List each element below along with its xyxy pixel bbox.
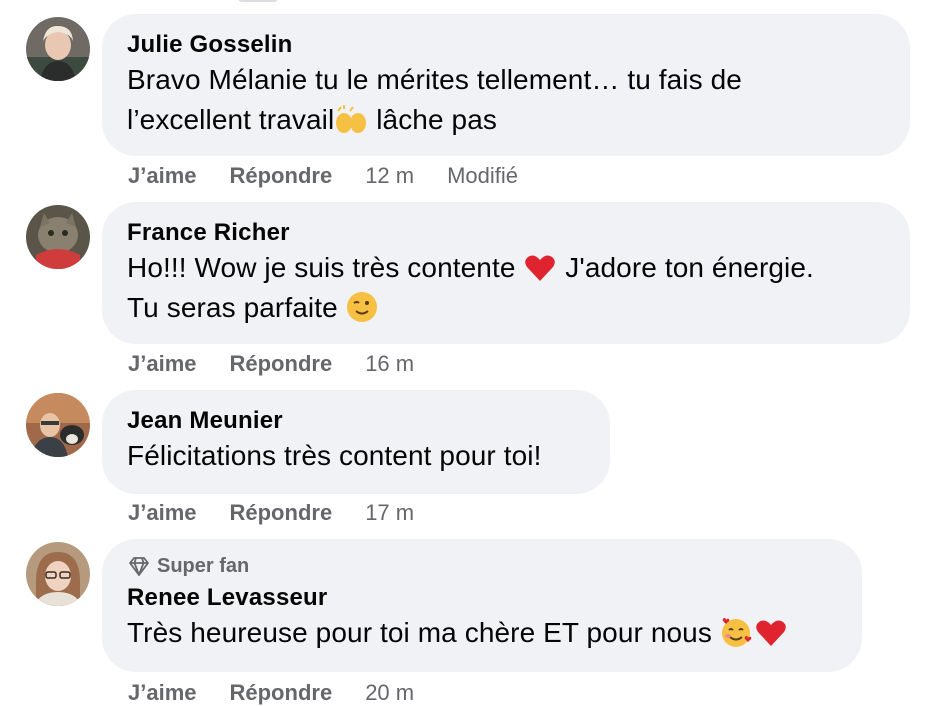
red-heart-emoji-icon (525, 255, 556, 281)
comment-bubble: Jean Meunier Félicitations très content … (102, 390, 610, 494)
timestamp[interactable]: 12 m (365, 163, 414, 189)
avatar[interactable] (26, 542, 90, 606)
like-button[interactable]: J’aime (128, 500, 197, 526)
reply-button[interactable]: Répondre (230, 500, 333, 526)
comment-text-line: Ho!!! Wow je suis très contente (127, 252, 524, 283)
like-button[interactable]: J’aime (128, 163, 197, 189)
winking-face-emoji-icon (346, 292, 377, 322)
reply-button[interactable]: Répondre (230, 680, 333, 706)
comment-text-line: Bravo Mélanie tu le mérites tellement… t… (127, 64, 742, 95)
comment-text-line: lâche pas (368, 104, 497, 135)
red-heart-emoji-icon (756, 620, 786, 646)
diamond-icon (129, 557, 149, 576)
comment-text-line: Tu seras parfaite (127, 292, 346, 323)
previous-action-remnant (238, 0, 278, 2)
badge-label: Super fan (157, 555, 250, 577)
smiling-face-with-hearts-emoji-icon (721, 618, 752, 647)
timestamp[interactable]: 16 m (365, 351, 414, 377)
comment-bubble: Julie Gosselin Bravo Mélanie tu le mérit… (102, 14, 910, 156)
reply-button[interactable]: Répondre (230, 351, 333, 377)
comment-actions: J’aime Répondre 16 m (128, 351, 447, 377)
comment-text: Très heureuse pour toi ma chère ET pour … (127, 613, 838, 653)
comment-text-line: Très heureuse pour toi ma chère ET pour … (127, 617, 720, 648)
comment-actions: J’aime Répondre 17 m (128, 500, 447, 526)
author-name[interactable]: Jean Meunier (127, 406, 586, 436)
comment-text: Bravo Mélanie tu le mérites tellement… t… (127, 60, 886, 140)
like-button[interactable]: J’aime (128, 351, 197, 377)
super-fan-badge[interactable]: Super fan (127, 553, 838, 579)
raising-hands-emoji-icon (336, 105, 367, 133)
comment-text-line: J'adore ton énergie. (557, 252, 814, 283)
avatar[interactable] (26, 393, 90, 457)
comment-text: Félicitations très content pour toi! (127, 440, 542, 471)
author-name[interactable]: Julie Gosselin (127, 30, 886, 60)
author-name[interactable]: Renee Levasseur (127, 583, 838, 613)
author-name[interactable]: France Richer (127, 218, 886, 248)
comment-bubble: Super fan Renee Levasseur Très heureuse … (102, 539, 862, 672)
comment-actions: J’aime Répondre 12 m Modifié (128, 163, 551, 189)
comment-text: Ho!!! Wow je suis très contente J'adore … (127, 248, 886, 328)
timestamp[interactable]: 17 m (365, 500, 414, 526)
reply-button[interactable]: Répondre (230, 163, 333, 189)
avatar[interactable] (26, 205, 90, 269)
comment-text-line: l’excellent travail (127, 104, 335, 135)
timestamp[interactable]: 20 m (365, 680, 414, 706)
comment-bubble: France Richer Ho!!! Wow je suis très con… (102, 202, 910, 344)
edited-label[interactable]: Modifié (447, 163, 518, 189)
like-button[interactable]: J’aime (128, 680, 197, 706)
avatar[interactable] (26, 17, 90, 81)
comment-actions: J’aime Répondre 20 m (128, 680, 447, 706)
